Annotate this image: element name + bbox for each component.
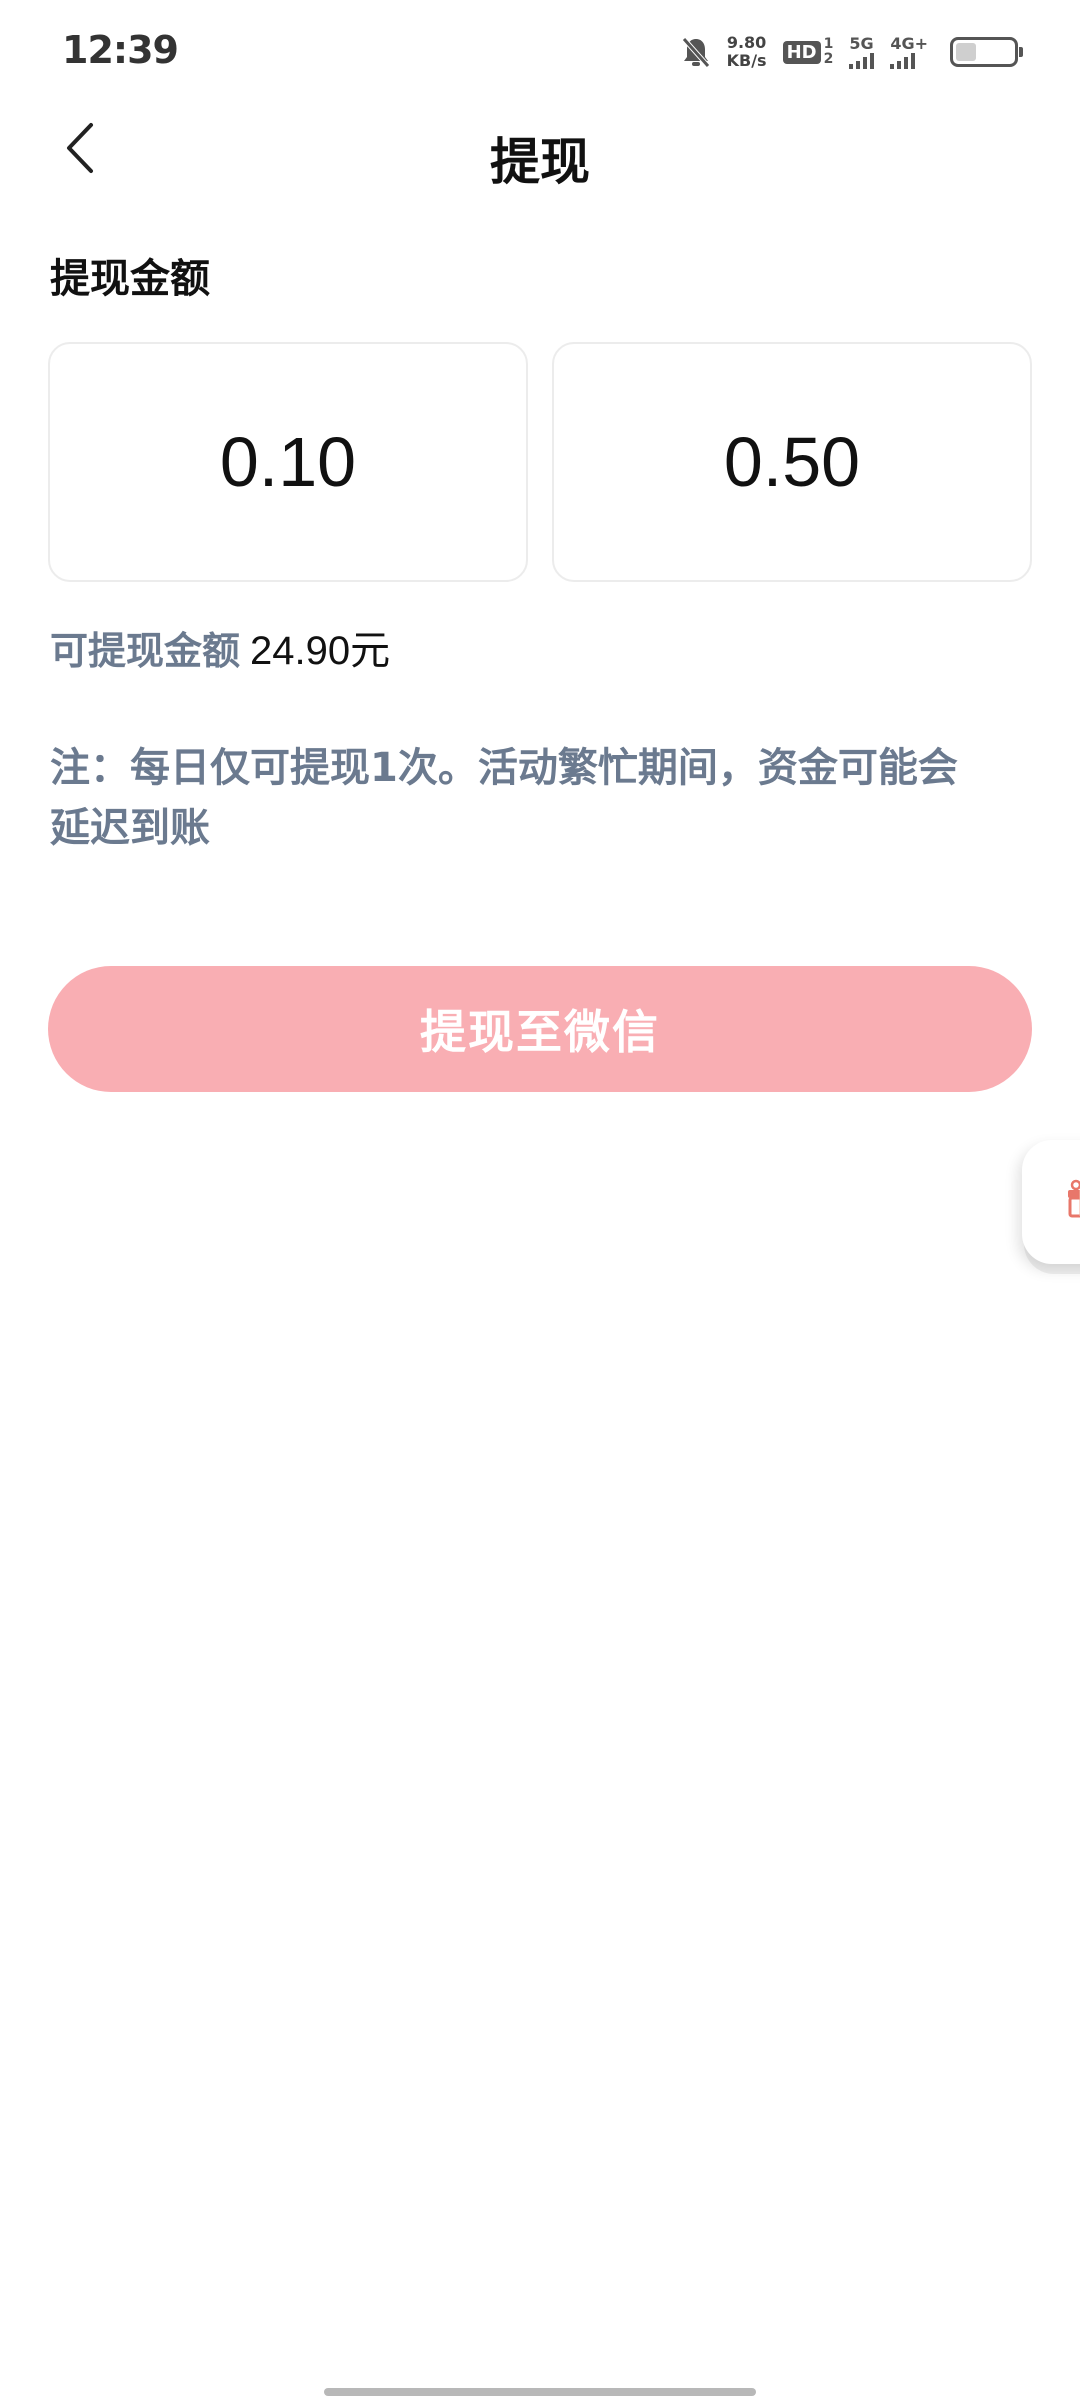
header: 提现 xyxy=(0,100,1080,200)
status-time: 12:39 xyxy=(62,28,179,72)
withdraw-to-wechat-button[interactable]: 提现至微信 xyxy=(48,966,1032,1092)
signal-5g-label: 5G xyxy=(849,34,874,53)
withdraw-notice-line-2: 延迟到账 xyxy=(50,805,210,851)
withdraw-amount-label: 提现金额 xyxy=(50,256,210,302)
status-icons: 9.80 KB/s HD 1 2 5G 4G+ 5 xyxy=(681,30,1023,74)
withdraw-notice-line-1: 注：每日仅可提现1次。活动繁忙期间，资金可能会 xyxy=(50,745,958,791)
signal-5g: 5G xyxy=(849,34,875,69)
battery-icon: 5 xyxy=(950,37,1023,67)
signal-4g-label: 4G+ xyxy=(890,34,928,53)
amount-option-0-10[interactable]: 0.10 xyxy=(48,342,528,582)
signal-4g: 4G+ xyxy=(890,35,928,69)
floating-gift-widget[interactable] xyxy=(1022,1140,1080,1264)
available-balance-amount: 24.90元 xyxy=(250,629,391,673)
amount-option-value: 0.10 xyxy=(219,423,357,501)
hd-voice-badge: HD 1 2 xyxy=(782,37,834,67)
amount-option-value: 0.50 xyxy=(723,423,861,501)
home-indicator[interactable] xyxy=(324,2388,756,2396)
hd-label: HD xyxy=(782,40,821,64)
gift-icon xyxy=(1064,1176,1080,1228)
signal-bars-icon xyxy=(890,53,916,69)
network-speed: 9.80 KB/s xyxy=(727,34,767,70)
amount-option-0-50[interactable]: 0.50 xyxy=(552,342,1032,582)
mute-bell-icon xyxy=(681,36,711,68)
network-speed-value: 9.80 xyxy=(726,33,767,52)
hd-sup: 1 xyxy=(823,36,834,52)
battery-level: 5 xyxy=(977,41,991,62)
signal-bars-icon xyxy=(849,53,875,69)
hd-sub: 2 xyxy=(823,51,834,67)
status-bar: 12:39 9.80 KB/s HD 1 2 5G 4G+ 5 xyxy=(0,0,1080,100)
page-title: 提现 xyxy=(490,133,590,191)
network-speed-unit: KB/s xyxy=(726,51,767,70)
withdraw-notice: 注：每日仅可提现1次。活动繁忙期间，资金可能会 延迟到账 xyxy=(50,738,1030,858)
hd-fraction: 1 2 xyxy=(824,37,834,67)
available-balance-label: 可提现金额 xyxy=(50,629,241,673)
withdraw-button-label: 提现至微信 xyxy=(420,1005,660,1059)
available-balance: 可提现金额 24.90元 xyxy=(50,618,390,676)
